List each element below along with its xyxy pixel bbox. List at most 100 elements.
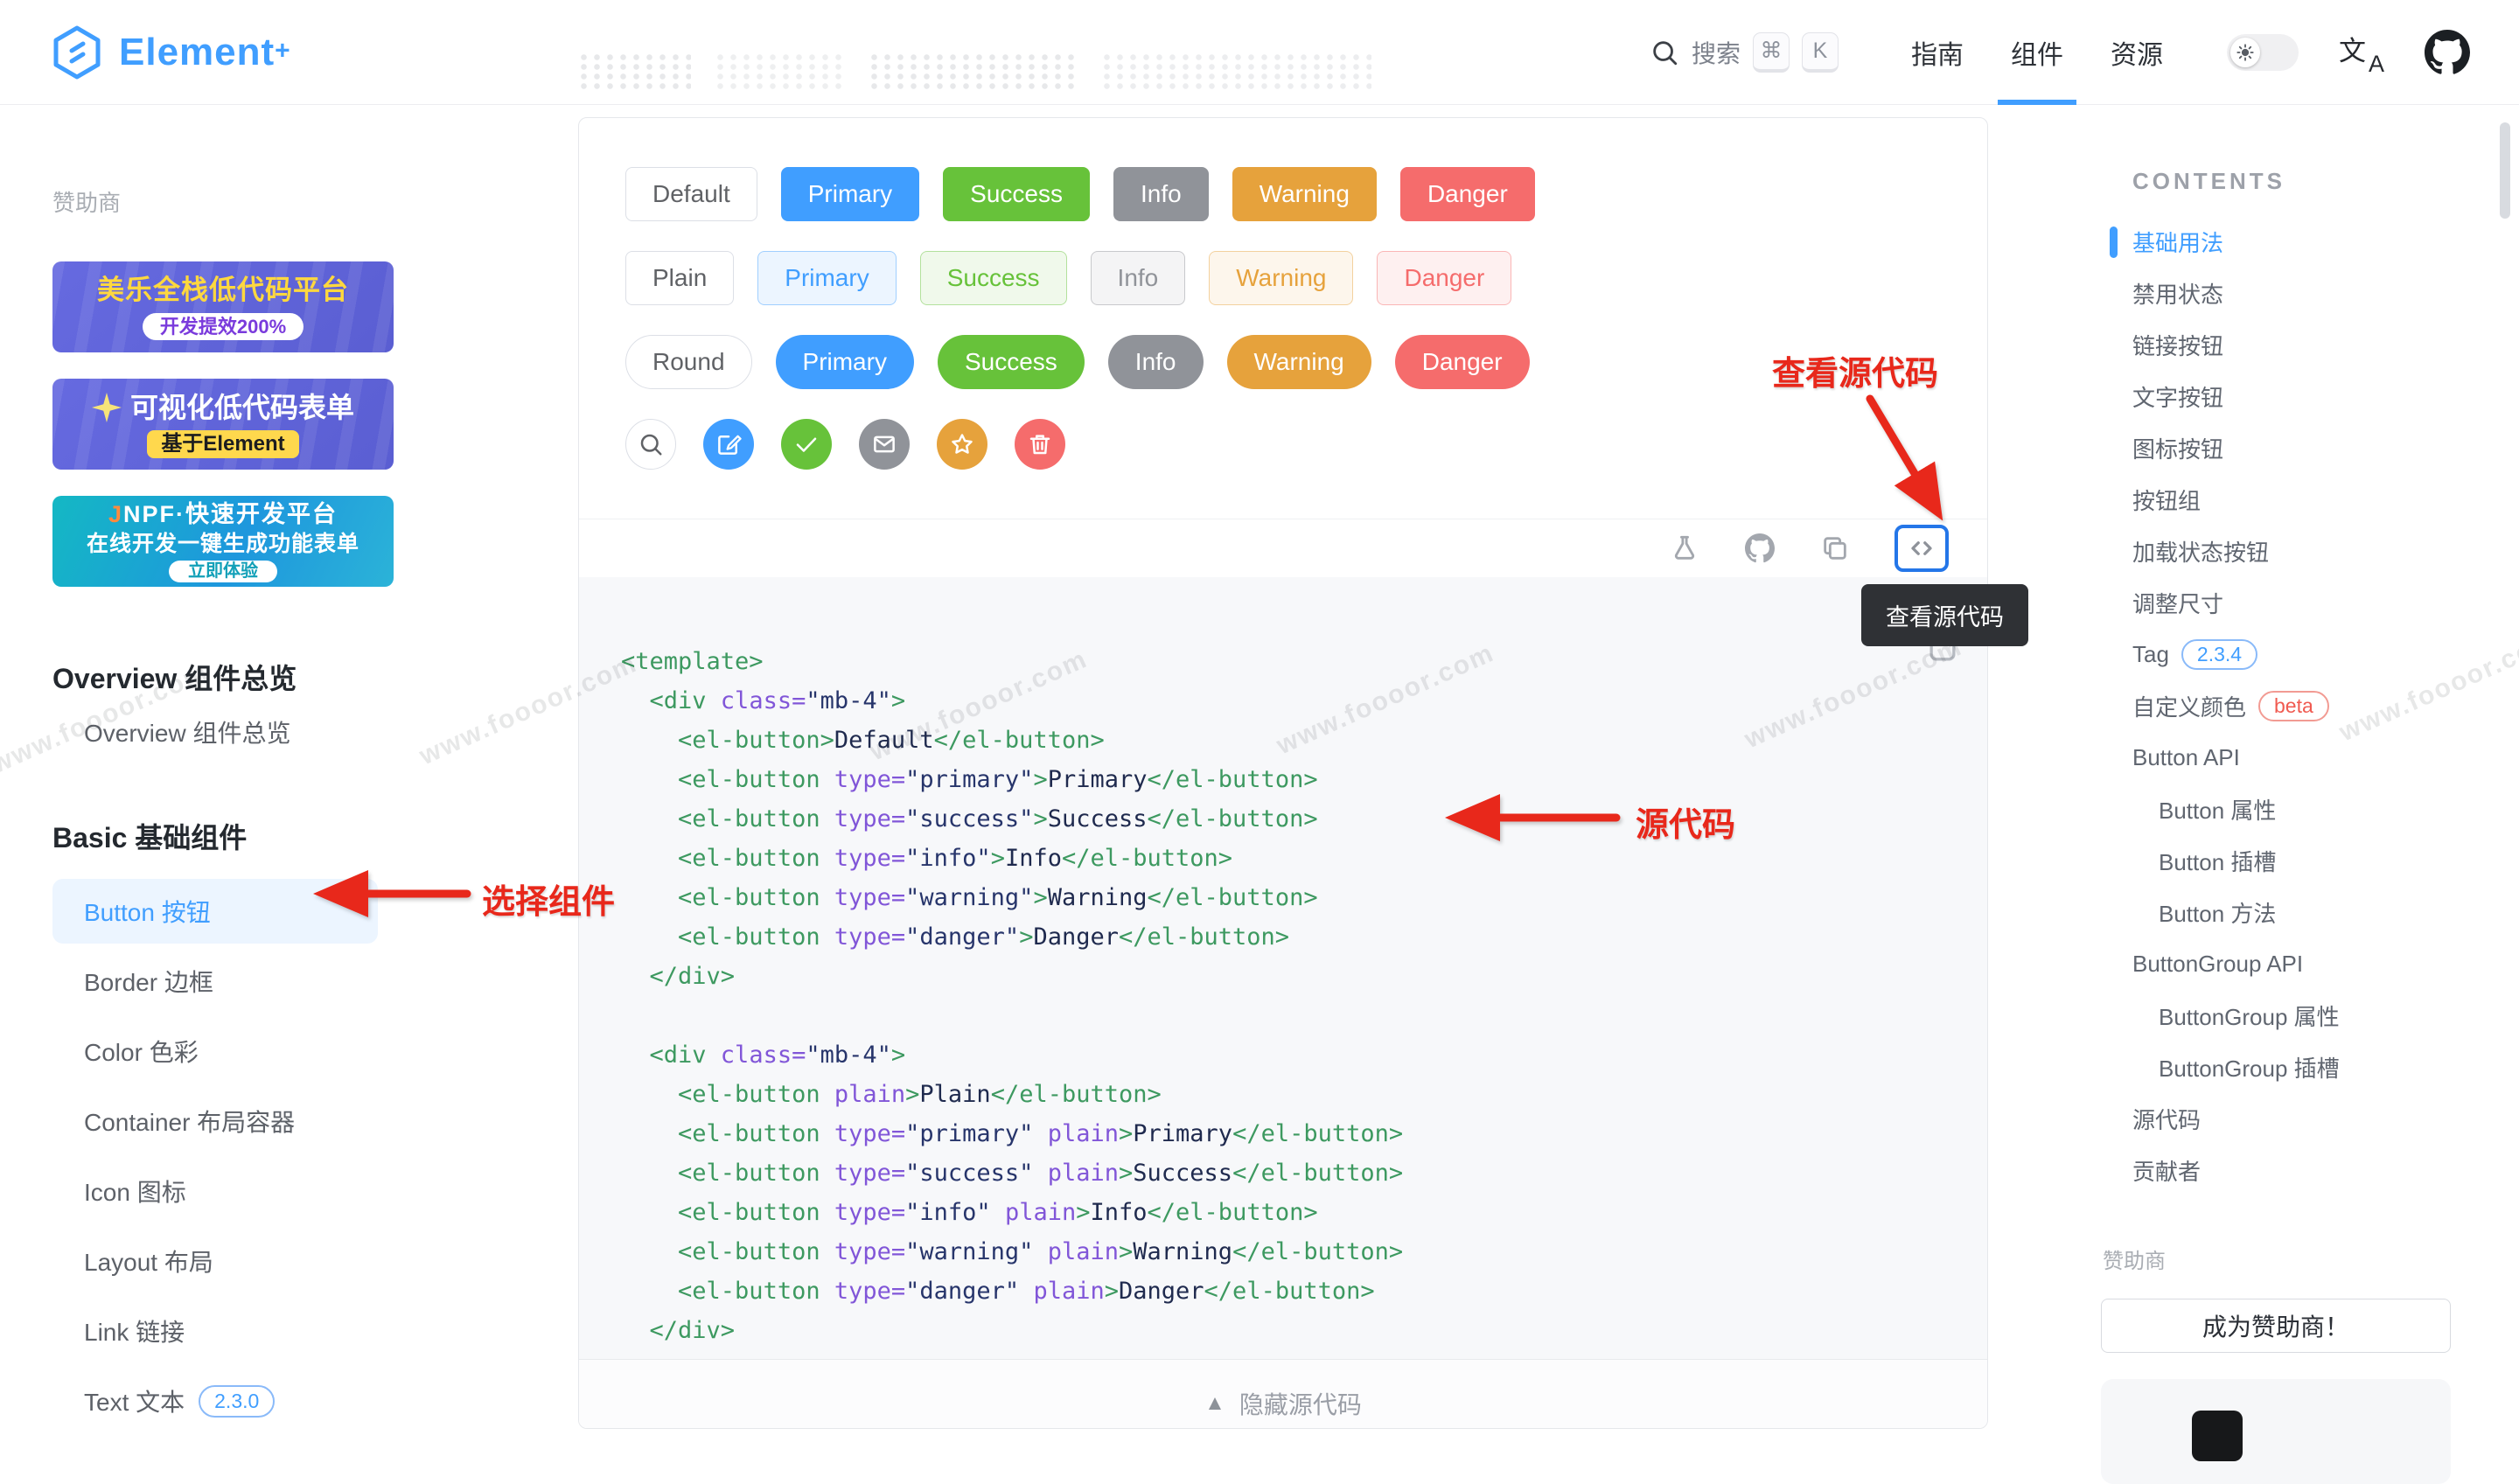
toc-item-链接按钮[interactable]: 链接按钮	[2099, 319, 2502, 371]
icon-button-edit[interactable]	[703, 419, 754, 470]
icon-button-search[interactable]	[625, 419, 676, 470]
code-line: <el-button type="danger">Danger</el-butt…	[621, 917, 1987, 957]
code-token: "info"	[905, 845, 991, 872]
toc-item-buttongroup-api[interactable]: ButtonGroup API	[2099, 938, 2502, 990]
toc-item-自定义颜色[interactable]: 自定义颜色beta	[2099, 680, 2502, 732]
demo-button-danger-plain[interactable]: Danger	[1377, 251, 1511, 305]
demo-button-success-default[interactable]: Success	[943, 167, 1090, 221]
sidebar-item-icon[interactable]: Icon 图标	[52, 1156, 378, 1226]
demo-button-warning-round[interactable]: Warning	[1227, 335, 1371, 389]
sidebar-nav: Overview 组件总览Overview 组件总览Basic 基础组件Butt…	[52, 657, 472, 1436]
code-token	[621, 1238, 678, 1265]
sun-icon	[2236, 43, 2255, 62]
toc-item-文字按钮[interactable]: 文字按钮	[2099, 371, 2502, 422]
code-token: "danger"	[905, 1278, 1019, 1305]
sidebar-item-border[interactable]: Border 边框	[52, 946, 378, 1016]
icon-button-check[interactable]	[781, 419, 832, 470]
demo-button-primary-round[interactable]: Primary	[776, 335, 914, 389]
theme-toggle[interactable]	[2227, 34, 2299, 71]
github-icon[interactable]	[2425, 30, 2470, 75]
sidebar-item-label: Icon 图标	[84, 1174, 186, 1209]
nav-item-资源[interactable]: 资源	[2087, 0, 2187, 104]
sponsor-banner-jnpf[interactable]: JNPF·快速开发平台在线开发一键生成功能表单立即体验	[52, 496, 394, 587]
demo-button-warning-default[interactable]: Warning	[1232, 167, 1377, 221]
demo-button-primary-plain[interactable]: Primary	[757, 251, 896, 305]
toc-item-基础用法[interactable]: 基础用法	[2099, 216, 2502, 268]
code-token: Danger	[1033, 923, 1119, 951]
sponsor-banner-form[interactable]: 可视化低代码表单基于Element	[52, 379, 394, 470]
sponsor-panel[interactable]	[2101, 1379, 2451, 1484]
toc-item-调整尺寸[interactable]: 调整尺寸	[2099, 577, 2502, 629]
demo-button-info-round[interactable]: Info	[1108, 335, 1204, 389]
demo-button-danger-round[interactable]: Danger	[1395, 335, 1530, 389]
delete-icon	[1027, 431, 1053, 457]
element-plus-logo[interactable]: Element+	[49, 24, 290, 80]
kbd-k: K	[1802, 32, 1839, 73]
code-token	[621, 1081, 678, 1108]
become-sponsor-button[interactable]: 成为赞助商！	[2101, 1299, 2451, 1353]
demo-button-default-default[interactable]: Default	[625, 167, 757, 221]
toc-item-buttongroup-插槽[interactable]: ButtonGroup 插槽	[2099, 1042, 2502, 1093]
toc-item-禁用状态[interactable]: 禁用状态	[2099, 268, 2502, 319]
sidebar-item-overview[interactable]: Overview 组件总览	[52, 697, 378, 767]
top-header: Element+ 搜索 ⌘ K 指南组件资源 文 A	[0, 0, 2519, 105]
code-token: type=	[820, 1120, 906, 1147]
icon-button-delete[interactable]	[1015, 419, 1065, 470]
toc-item-button-方法[interactable]: Button 方法	[2099, 887, 2502, 938]
code-line: <el-button type="warning" plain>Warning<…	[621, 1232, 1987, 1272]
code-token: "danger"	[905, 923, 1019, 951]
sidebar-item-text[interactable]: Text 文本2.3.0	[52, 1366, 378, 1436]
sidebar-item-color[interactable]: Color 色彩	[52, 1016, 378, 1086]
banner-line: 基于Element	[147, 430, 298, 458]
hide-source-bar[interactable]: ▲ 隐藏源代码	[579, 1359, 1987, 1429]
sidebar-item-layout[interactable]: Layout 布局	[52, 1226, 378, 1296]
toc-item-button-插槽[interactable]: Button 插槽	[2099, 835, 2502, 887]
code-token: plain	[1019, 1278, 1105, 1305]
code-token	[621, 766, 678, 793]
demo-button-success-round[interactable]: Success	[938, 335, 1085, 389]
toc-item-buttongroup-属性[interactable]: ButtonGroup 属性	[2099, 990, 2502, 1042]
search-button[interactable]: 搜索 ⌘ K	[1650, 32, 1839, 73]
code-token: >	[891, 1042, 905, 1069]
github-source-icon[interactable]	[1744, 533, 1776, 564]
sponsor-banner-meile[interactable]: 美乐全栈低代码平台开发提效200%	[52, 261, 394, 352]
copy-code-icon[interactable]	[1819, 533, 1851, 564]
toc-item-图标按钮[interactable]: 图标按钮	[2099, 422, 2502, 474]
demo-button-info-plain[interactable]: Info	[1091, 251, 1186, 305]
code-token: type=	[820, 766, 906, 793]
toc-item-button-属性[interactable]: Button 属性	[2099, 784, 2502, 835]
toc-item-按钮组[interactable]: 按钮组	[2099, 474, 2502, 526]
code-token: <el-button	[678, 805, 820, 833]
playground-flask-icon[interactable]	[1669, 533, 1700, 564]
toc-item-tag[interactable]: Tag2.3.4	[2099, 629, 2502, 680]
toc-badge-beta: beta	[2258, 691, 2329, 721]
code-token: <el-button	[678, 845, 820, 872]
demo-button-info-default[interactable]: Info	[1113, 167, 1209, 221]
toc-item-button-api[interactable]: Button API	[2099, 732, 2502, 784]
sidebar-item-container[interactable]: Container 布局容器	[52, 1086, 378, 1156]
demo-button-primary-default[interactable]: Primary	[781, 167, 919, 221]
toc-item-加载状态按钮[interactable]: 加载状态按钮	[2099, 526, 2502, 577]
sidebar-item-label: Container 布局容器	[84, 1104, 295, 1139]
code-line: <el-button type="primary" plain>Primary<…	[621, 1114, 1987, 1153]
icon-button-message[interactable]	[859, 419, 910, 470]
demo-button-plain-plain[interactable]: Plain	[625, 251, 734, 305]
code-token: type=	[820, 923, 906, 951]
toc-item-贡献者[interactable]: 贡献者	[2099, 1145, 2502, 1196]
nav-item-组件[interactable]: 组件	[1987, 0, 2087, 104]
translate-icon[interactable]: 文 A	[2339, 31, 2384, 74]
view-source-code-button[interactable]	[1894, 525, 1949, 572]
demo-button-danger-default[interactable]: Danger	[1400, 167, 1535, 221]
icon-button-star[interactable]	[937, 419, 987, 470]
nav-item-label: 指南	[1911, 33, 1964, 72]
kbd-cmd: ⌘	[1753, 32, 1790, 73]
code-token: <div	[650, 1042, 707, 1069]
code-token: </div>	[650, 963, 736, 990]
page-scrollbar-thumb[interactable]	[2500, 122, 2510, 219]
demo-button-success-plain[interactable]: Success	[920, 251, 1067, 305]
sidebar-item-link[interactable]: Link 链接	[52, 1296, 378, 1366]
demo-button-round-round[interactable]: Round	[625, 335, 752, 389]
toc-item-源代码[interactable]: 源代码	[2099, 1093, 2502, 1145]
nav-item-指南[interactable]: 指南	[1888, 0, 1987, 104]
demo-button-warning-plain[interactable]: Warning	[1209, 251, 1353, 305]
